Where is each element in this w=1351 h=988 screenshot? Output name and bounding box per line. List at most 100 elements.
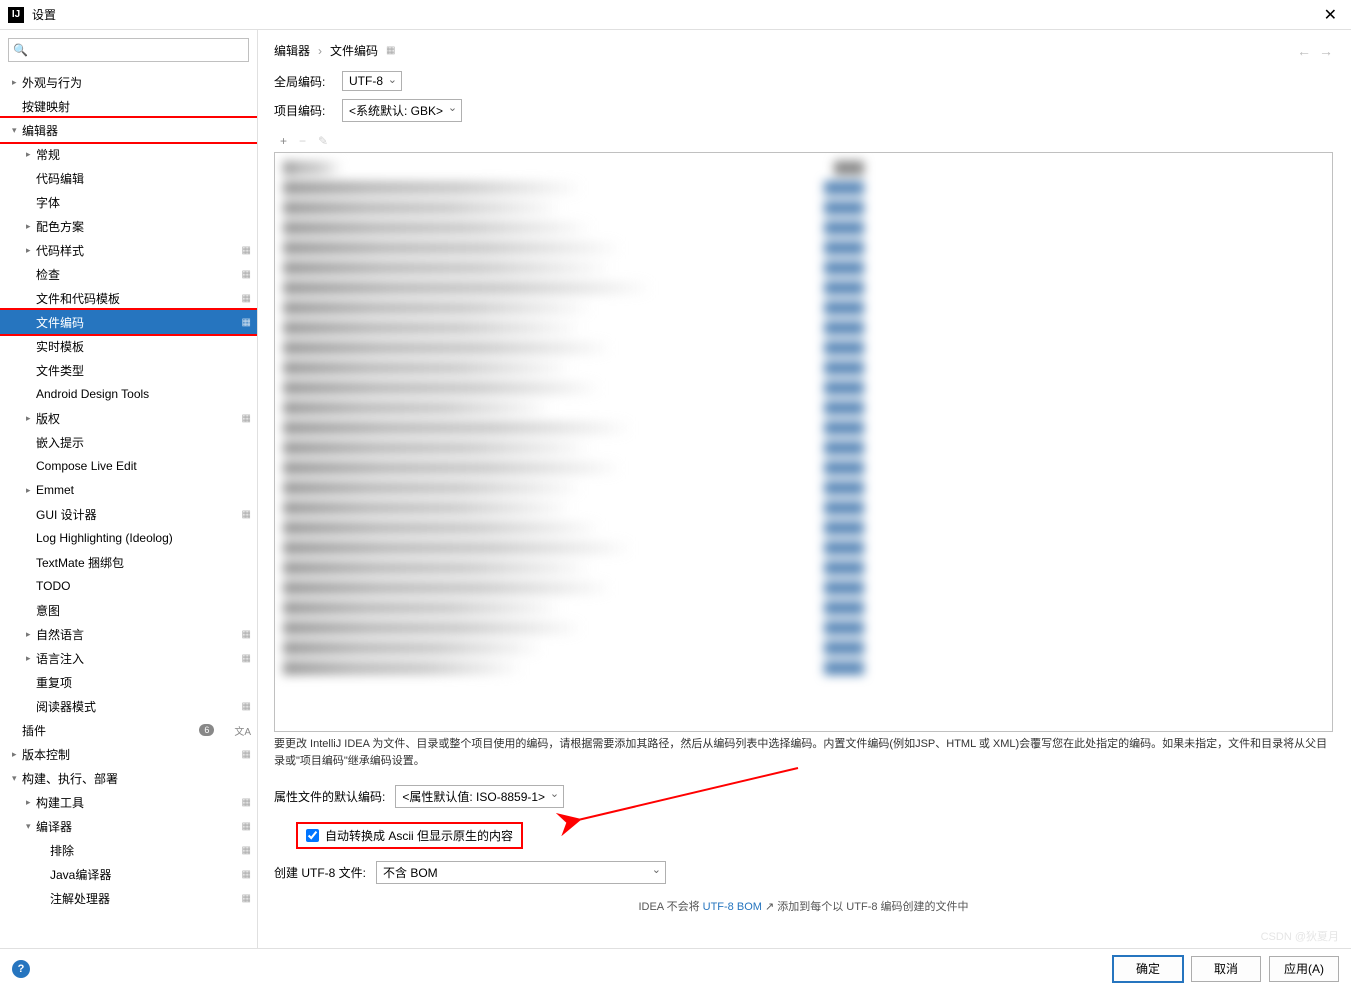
tree-item-14[interactable]: ▸版权▦ (0, 406, 257, 430)
gear-icon: ▦ (242, 653, 251, 664)
content-pane: 编辑器 › 文件编码 ▦ ← → 全局编码: UTF-8 项目编码: <系统默认… (258, 30, 1351, 948)
chevron-right-icon: ▸ (26, 485, 36, 496)
tree-item-34[interactable]: 注解处理器▦ (0, 886, 257, 910)
tree-item-7[interactable]: ▸代码样式▦ (0, 238, 257, 262)
apply-button[interactable]: 应用(A) (1269, 956, 1339, 982)
tree-item-31[interactable]: ▾编译器▦ (0, 814, 257, 838)
search-input[interactable] (30, 43, 244, 57)
chevron-right-icon: ▸ (26, 653, 36, 664)
tree-item-label: 代码样式 (36, 242, 84, 259)
project-encoding-label: 项目编码: (274, 102, 332, 119)
tree-item-29[interactable]: ▾构建、执行、部署 (0, 766, 257, 790)
file-list-toolbar: + − ✎ (274, 130, 1333, 152)
tree-item-2[interactable]: ▾编辑器 (0, 118, 257, 142)
tree-item-label: 文件编码 (36, 314, 84, 331)
props-encoding-label: 属性文件的默认编码: (274, 788, 385, 805)
tree-item-24[interactable]: ▸语言注入▦ (0, 646, 257, 670)
project-encoding-combo[interactable]: <系统默认: GBK> (342, 99, 462, 122)
tree-item-18[interactable]: GUI 设计器 ▦ (0, 502, 257, 526)
gear-icon: ▦ (242, 509, 251, 520)
tree-item-6[interactable]: ▸配色方案 (0, 214, 257, 238)
tree-item-label: 插件 (22, 722, 46, 739)
breadcrumb-part[interactable]: 编辑器 (274, 42, 310, 59)
gear-icon: ▦ (242, 845, 251, 856)
encoding-file-list[interactable] (274, 152, 1333, 732)
tree-item-label: 版本控制 (22, 746, 70, 763)
cancel-button[interactable]: 取消 (1191, 956, 1261, 982)
tree-item-19[interactable]: Log Highlighting (Ideolog) (0, 526, 257, 550)
tree-item-11[interactable]: 实时模板 (0, 334, 257, 358)
bom-combo[interactable]: 不含 BOM (376, 861, 666, 884)
tree-item-label: 重复项 (36, 674, 72, 691)
tree-item-22[interactable]: 意图 (0, 598, 257, 622)
tree-item-label: 外观与行为 (22, 74, 82, 91)
tree-item-label: 实时模板 (36, 338, 84, 355)
global-encoding-combo[interactable]: UTF-8 (342, 71, 402, 91)
tree-item-16[interactable]: Compose Live Edit (0, 454, 257, 478)
tree-item-23[interactable]: ▸自然语言▦ (0, 622, 257, 646)
gear-icon: ▦ (242, 317, 251, 328)
tree-item-label: Compose Live Edit (36, 459, 137, 473)
tree-item-label: 嵌入提示 (36, 434, 84, 451)
badge: 6 (199, 724, 214, 736)
tree-item-28[interactable]: ▸版本控制 ▦ (0, 742, 257, 766)
tree-item-8[interactable]: 检查▦ (0, 262, 257, 286)
language-icon: 文A (234, 723, 251, 738)
props-encoding-combo[interactable]: <属性默认值: ISO-8859-1> (395, 785, 564, 808)
bom-hint: IDEA 不会将 UTF-8 BOM ↗ 添加到每个以 UTF-8 编码创建的文… (274, 898, 1333, 914)
tree-item-label: 检查 (36, 266, 60, 283)
app-logo: IJ (8, 7, 24, 23)
search-box[interactable]: 🔍 (8, 38, 249, 62)
tree-item-label: 代码编辑 (36, 170, 84, 187)
chevron-right-icon: ▸ (26, 149, 36, 160)
nav-back-icon[interactable]: ← (1297, 43, 1311, 59)
gear-icon: ▦ (242, 869, 251, 880)
add-icon[interactable]: + (280, 134, 287, 148)
gear-icon: ▦ (386, 45, 395, 56)
tree-item-5[interactable]: 字体 (0, 190, 257, 214)
close-icon[interactable]: ✕ (1318, 5, 1343, 25)
tree-item-0[interactable]: ▸外观与行为 (0, 70, 257, 94)
tree-item-33[interactable]: Java编译器▦ (0, 862, 257, 886)
gear-icon: ▦ (242, 245, 251, 256)
gear-icon: ▦ (242, 749, 251, 760)
tree-item-3[interactable]: ▸常规 (0, 142, 257, 166)
nav-forward-icon[interactable]: → (1319, 43, 1333, 59)
chevron-right-icon: ▸ (26, 221, 36, 232)
watermark: CSDN @狄夏月 (1261, 928, 1339, 944)
tree-item-12[interactable]: 文件类型 (0, 358, 257, 382)
blurred-list-content (275, 153, 1332, 683)
tree-item-20[interactable]: TextMate 捆绑包 (0, 550, 257, 574)
tree-item-21[interactable]: TODO (0, 574, 257, 598)
window-title: 设置 (32, 6, 56, 23)
tree-item-1[interactable]: 按键映射 (0, 94, 257, 118)
chevron-right-icon: ▸ (12, 749, 22, 760)
tree-item-label: 字体 (36, 194, 60, 211)
bom-label: 创建 UTF-8 文件: (274, 864, 366, 881)
tree-item-17[interactable]: ▸Emmet (0, 478, 257, 502)
tree-item-9[interactable]: 文件和代码模板▦ (0, 286, 257, 310)
chevron-right-icon: ▸ (26, 413, 36, 424)
help-icon[interactable]: ? (12, 960, 30, 978)
tree-item-13[interactable]: Android Design Tools (0, 382, 257, 406)
bom-hint-link[interactable]: UTF-8 BOM (703, 901, 762, 913)
tree-item-30[interactable]: ▸构建工具▦ (0, 790, 257, 814)
settings-tree: ▸外观与行为按键映射▾编辑器▸常规代码编辑字体▸配色方案▸代码样式▦检查▦文件和… (0, 70, 257, 948)
remove-icon[interactable]: − (299, 134, 306, 148)
tree-item-15[interactable]: 嵌入提示 (0, 430, 257, 454)
tree-item-4[interactable]: 代码编辑 (0, 166, 257, 190)
edit-icon[interactable]: ✎ (318, 134, 328, 148)
chevron-right-icon: ▸ (26, 797, 36, 808)
tree-item-label: GUI 设计器 (36, 506, 97, 523)
tree-item-32[interactable]: 排除▦ (0, 838, 257, 862)
tree-item-label: Emmet (36, 483, 74, 497)
ok-button[interactable]: 确定 (1113, 956, 1183, 982)
tree-item-25[interactable]: 重复项 (0, 670, 257, 694)
ascii-conversion-checkbox[interactable] (306, 829, 319, 842)
tree-item-26[interactable]: 阅读器模式▦ (0, 694, 257, 718)
gear-icon: ▦ (242, 413, 251, 424)
chevron-right-icon: ▸ (12, 77, 22, 88)
tree-item-27[interactable]: 插件 6 文A (0, 718, 257, 742)
ascii-conversion-checkbox-container[interactable]: 自动转换成 Ascii 但显示原生的内容 (298, 824, 521, 847)
tree-item-10[interactable]: 文件编码 ▦ (0, 310, 257, 334)
